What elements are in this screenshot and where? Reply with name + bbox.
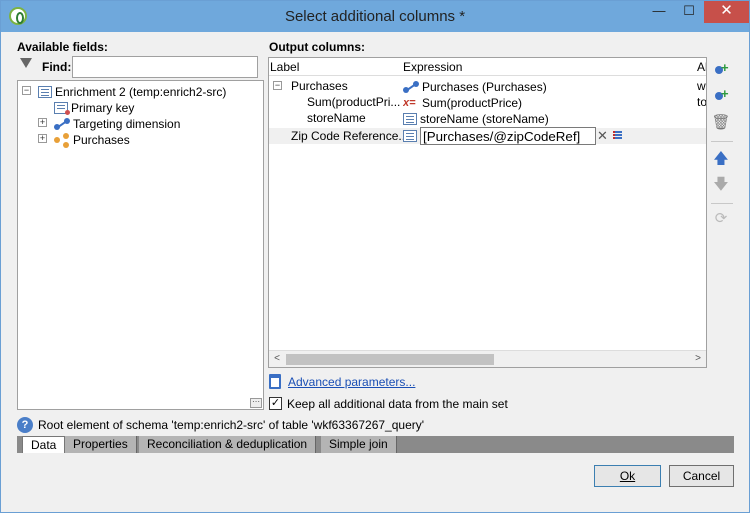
formula-icon: x= <box>403 96 416 109</box>
expand-icon[interactable]: + <box>38 134 47 143</box>
add-column-above-button[interactable] <box>711 58 731 81</box>
collapse-icon[interactable]: − <box>22 86 31 95</box>
tree-item-primary-key[interactable]: Primary key <box>54 99 134 115</box>
find-row: Find: <box>18 56 263 78</box>
table-icon <box>38 85 52 98</box>
close-button[interactable]: ✕ <box>704 1 749 23</box>
window-title: Select additional columns * <box>284 8 466 25</box>
column-header-alias[interactable]: Al <box>697 60 706 74</box>
maximize-button[interactable]: ☐ <box>675 1 703 23</box>
scroll-thumb[interactable] <box>286 354 494 365</box>
help-icon: ? <box>17 417 33 433</box>
tree-item-label: Targeting dimension <box>73 116 181 131</box>
row-label: Zip Code Reference... <box>291 129 403 143</box>
row-label: Purchases <box>291 79 348 93</box>
clear-expression-icon[interactable]: ✕ <box>597 128 608 144</box>
tab-reconciliation[interactable]: Reconciliation & deduplication <box>139 436 317 453</box>
table-row-editing[interactable]: Zip Code Reference... ✕ <box>269 127 706 145</box>
output-columns-heading: Output columns: <box>269 40 365 54</box>
add-column-below-button[interactable] <box>711 84 731 107</box>
row-label: Sum(productPri... <box>307 95 401 109</box>
keep-data-label[interactable]: Keep all additional data from the main s… <box>287 396 508 412</box>
horizontal-scrollbar[interactable]: < > <box>269 350 706 367</box>
table-row[interactable]: − Purchases Purchases (Purchases) w <box>269 78 706 94</box>
tab-simple-join[interactable]: Simple join <box>321 436 397 453</box>
table-row[interactable]: Sum(productPri... x= Sum(productPrice) to <box>269 94 706 110</box>
row-expression: storeName (storeName) <box>403 110 703 127</box>
delete-icon[interactable]: 🗑 <box>711 113 731 133</box>
find-label: Find: <box>42 60 72 74</box>
title-bar[interactable]: Select additional columns * — ☐ ✕ <box>1 1 749 32</box>
available-fields-heading: Available fields: <box>17 40 108 54</box>
scroll-right-icon[interactable]: > <box>691 352 705 366</box>
row-alias: to <box>697 95 707 109</box>
expand-icon[interactable]: + <box>38 118 47 127</box>
available-fields-tree[interactable]: − Enrichment 2 (temp:enrich2-src) Primar… <box>17 80 264 410</box>
table-row[interactable]: storeName storeName (storeName) <box>269 110 706 126</box>
table-icon <box>403 130 417 142</box>
scroll-left-icon[interactable]: < <box>270 352 284 366</box>
clipboard-icon <box>269 374 281 389</box>
column-header-label[interactable]: Label <box>270 60 299 74</box>
toolbar-divider <box>711 203 733 204</box>
tree-item-label: Purchases <box>73 132 130 147</box>
column-header-expression[interactable]: Expression <box>403 60 462 74</box>
minimize-button[interactable]: — <box>645 1 673 23</box>
row-expression: Purchases (Purchases) <box>403 78 703 95</box>
advanced-parameters-link[interactable]: Advanced parameters... <box>288 374 415 390</box>
expression-edit-input[interactable] <box>420 127 596 145</box>
keep-data-checkbox[interactable]: ✓ <box>269 397 282 410</box>
refresh-icon[interactable]: ⟳ <box>711 209 731 229</box>
table-icon <box>403 112 417 125</box>
collapse-icon[interactable]: − <box>273 81 282 90</box>
tree-item-label: Enrichment 2 (temp:enrich2-src) <box>55 84 227 99</box>
move-down-icon[interactable]: 🡇 <box>711 175 731 195</box>
info-text: Root element of schema 'temp:enrich2-src… <box>38 418 425 432</box>
filter-funnel-icon <box>20 58 32 68</box>
ok-button[interactable]: Ok <box>594 465 661 487</box>
tab-data[interactable]: Data <box>22 436 66 453</box>
link-icon <box>403 80 419 93</box>
row-label: storeName <box>307 111 366 125</box>
key-icon <box>54 101 70 115</box>
tree-item-label: Primary key <box>71 100 135 115</box>
grid-header: Label Expression Al <box>269 58 706 76</box>
resize-grip[interactable]: ⋯ <box>250 398 262 408</box>
tab-bar: Data Properties Reconciliation & dedupli… <box>17 436 734 453</box>
expression-editor-icon[interactable] <box>613 130 623 140</box>
tab-properties[interactable]: Properties <box>65 436 137 453</box>
cancel-button[interactable]: Cancel <box>669 465 734 487</box>
toolbar-divider <box>711 141 733 142</box>
row-alias: w <box>697 79 706 93</box>
row-expression: x= Sum(productPrice) <box>403 95 523 110</box>
share-icon <box>54 133 70 147</box>
dialog-window: Select additional columns * — ☐ ✕ Availa… <box>0 0 750 513</box>
find-input[interactable] <box>72 56 258 78</box>
link-icon <box>54 117 70 130</box>
output-columns-grid[interactable]: Label Expression Al − Purchases Purchase… <box>268 57 707 368</box>
move-up-icon[interactable]: 🡅 <box>711 149 731 169</box>
